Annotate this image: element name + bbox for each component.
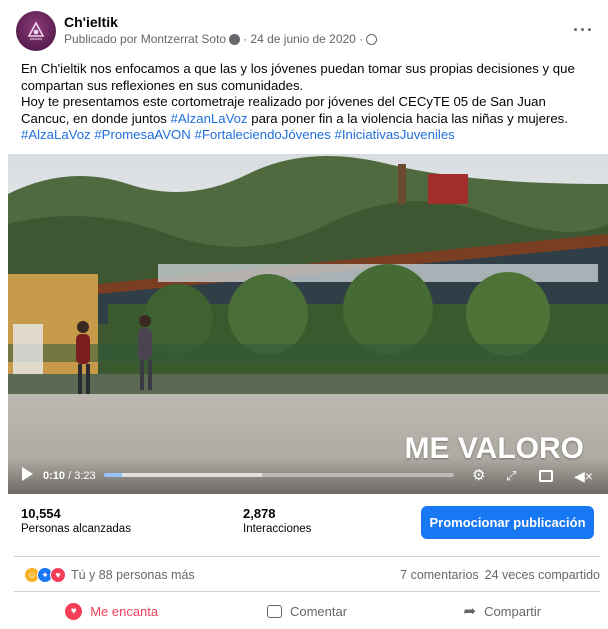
- hashtag-link[interactable]: #FortaleciendoJóvenes: [195, 127, 331, 142]
- duration: 3:23: [74, 470, 96, 482]
- share-button[interactable]: ➦ Compartir: [405, 596, 600, 626]
- interactions-value: 2,878: [243, 506, 276, 521]
- fullscreen-icon[interactable]: ⤢: [506, 469, 516, 483]
- shares-count[interactable]: 24 veces compartido: [485, 568, 600, 582]
- video-time: 0:10 / 3:23: [43, 470, 96, 482]
- hashtag-line: #AlzaLaVoz #PromesaAVON #FortaleciendoJó…: [21, 127, 594, 144]
- engagement-counts: 7 comentarios 24 veces compartido: [400, 568, 600, 582]
- published-by[interactable]: Publicado por Montzerrat Soto: [64, 31, 226, 47]
- body-text-b: para poner fin a la violencia hacia las …: [247, 110, 568, 126]
- video-player[interactable]: ME VALORO 0:10 / 3:23 ⚙ ⤢ ◀×: [8, 154, 608, 494]
- love-button[interactable]: ♥ Me encanta: [14, 596, 209, 626]
- comments-count[interactable]: 7 comentarios: [400, 568, 479, 582]
- reach-stat: 10,554 Personas alcanzadas: [21, 506, 131, 537]
- love-label: Me encanta: [90, 603, 159, 619]
- settings-gear-icon[interactable]: ⚙: [472, 468, 485, 483]
- page-avatar[interactable]: [16, 11, 56, 51]
- hashtag-link[interactable]: #AlzanLaVoz: [171, 111, 248, 126]
- post-header: Ch'ieltik Publicado por Montzerrat Soto …: [16, 11, 596, 55]
- hashtag-link[interactable]: #AlzaLaVoz: [21, 127, 91, 142]
- facebook-post: Ch'ieltik Publicado por Montzerrat Soto …: [0, 0, 608, 629]
- progress-bar[interactable]: [104, 473, 454, 477]
- comment-button[interactable]: Comentar: [209, 596, 404, 626]
- comment-bubble-icon: [266, 604, 282, 618]
- play-icon[interactable]: [22, 467, 33, 481]
- page-name-link[interactable]: Ch'ieltik: [64, 13, 377, 31]
- post-date[interactable]: · 24 de junio de 2020 ·: [243, 31, 363, 47]
- header-text: Ch'ieltik Publicado por Montzerrat Soto …: [64, 11, 378, 47]
- comment-label: Comentar: [289, 603, 348, 619]
- divider: [14, 591, 600, 592]
- post-body: En Ch'ieltik nos enfocamos a que las y l…: [21, 61, 594, 144]
- body-paragraph-2: Hoy te presentamos este cortometraje rea…: [21, 94, 594, 127]
- mini-player-icon[interactable]: [539, 470, 553, 482]
- hashtag-link[interactable]: #PromesaAVON: [94, 127, 191, 142]
- page-logo-icon: [27, 21, 45, 40]
- mute-icon[interactable]: ◀×: [574, 469, 593, 483]
- time-separator: /: [65, 470, 75, 482]
- reach-value: 10,554: [21, 506, 61, 521]
- info-icon[interactable]: [229, 33, 241, 45]
- video-people: [8, 315, 608, 394]
- divider: [14, 556, 600, 557]
- current-time: 0:10: [43, 470, 66, 482]
- video-controls: 0:10 / 3:23 ⚙ ⤢ ◀×: [8, 458, 608, 494]
- love-reaction-icon: ♥: [50, 567, 66, 583]
- body-paragraph-1: En Ch'ieltik nos enfocamos a que las y l…: [21, 61, 575, 93]
- post-insights: 10,554 Personas alcanzadas 2,878 Interac…: [21, 506, 601, 546]
- reactions-text[interactable]: Tú y 88 personas más: [71, 568, 195, 582]
- interactions-stat: 2,878 Interacciones: [243, 506, 311, 537]
- reaction-icons[interactable]: ☺ ✦ ♥: [24, 567, 66, 583]
- share-label: Compartir: [484, 603, 542, 619]
- hashtag-link[interactable]: #IniciativasJuveniles: [335, 127, 455, 142]
- post-meta: Publicado por Montzerrat Soto · 24 de ju…: [64, 31, 378, 47]
- share-arrow-icon: ➦: [463, 603, 477, 620]
- interactions-label: Interacciones: [243, 523, 312, 535]
- heart-icon: ♥: [65, 602, 83, 620]
- buffered-bar: [104, 473, 262, 477]
- promote-post-button[interactable]: Promocionar publicación: [421, 506, 594, 539]
- more-options-button[interactable]: ···: [573, 21, 594, 39]
- post-actions: ♥ Me encanta Comentar ➦ Compartir: [14, 596, 600, 626]
- reactions-summary: ☺ ✦ ♥ Tú y 88 personas más 7 comentarios…: [24, 566, 600, 584]
- reach-label: Personas alcanzadas: [21, 523, 131, 535]
- globe-icon: [366, 33, 378, 45]
